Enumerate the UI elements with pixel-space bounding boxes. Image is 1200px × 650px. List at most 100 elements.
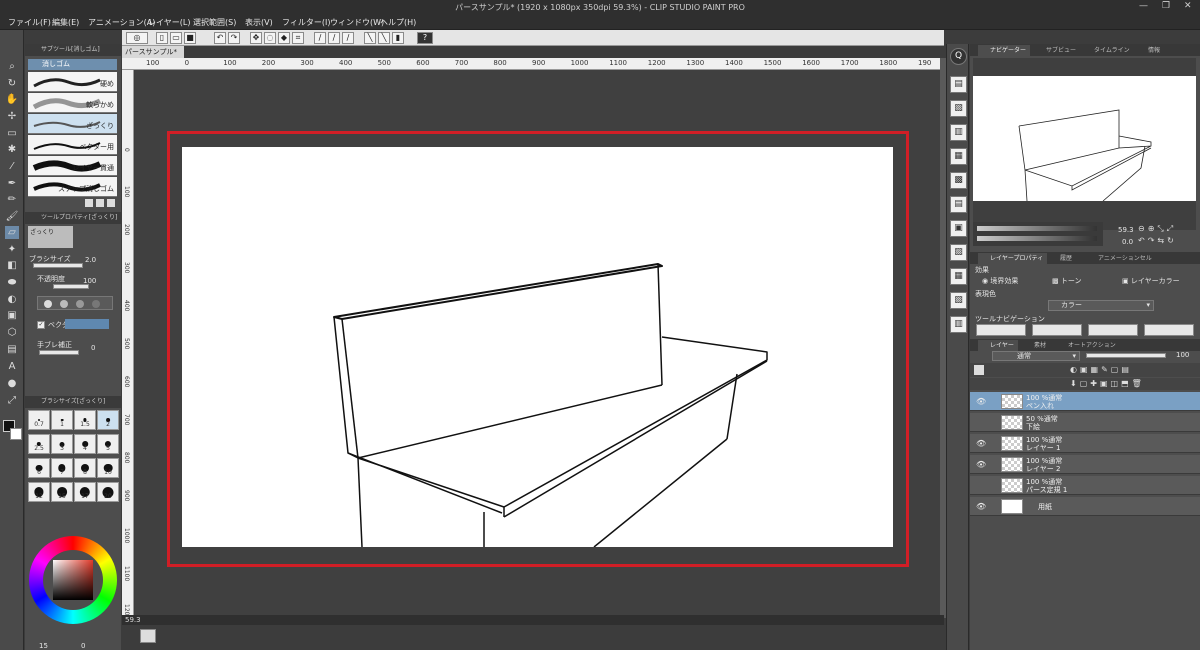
tab-info[interactable]: 情報	[1136, 45, 1164, 56]
hand-tool-icon[interactable]: ✋	[5, 93, 19, 106]
auto-select-tool-icon[interactable]: ✱	[5, 143, 19, 156]
menu-file[interactable]: ファイル(F)	[8, 17, 51, 28]
material-icon[interactable]: ▧	[950, 100, 967, 117]
color-sv-square[interactable]	[53, 560, 93, 600]
tool-nav-button[interactable]	[1032, 324, 1082, 336]
material-icon[interactable]: ▧	[950, 292, 967, 309]
layer-opacity-slider[interactable]	[1086, 353, 1166, 358]
redo-icon[interactable]: ↷	[228, 32, 240, 44]
menu-filter[interactable]: フィルター(I)	[282, 17, 330, 28]
deselect-icon[interactable]: ⌗	[292, 32, 304, 44]
layer-row[interactable]: 👁 用紙	[970, 497, 1200, 516]
tool-nav-button[interactable]	[1144, 324, 1194, 336]
close-button[interactable]: ✕	[1184, 1, 1192, 11]
ruler-tool-icon[interactable]: ▤	[5, 343, 19, 356]
eraser-tool-icon[interactable]: ▱	[5, 226, 19, 239]
material-icon[interactable]: ▥	[950, 316, 967, 333]
brush-size-cell[interactable]: 10	[97, 458, 119, 478]
material-icon[interactable]: ▦	[950, 268, 967, 285]
tab-auto-action[interactable]: オートアクション	[1056, 340, 1120, 351]
clear-icon[interactable]: ◌	[264, 32, 276, 44]
clip-studio-icon[interactable]: ◎	[126, 32, 148, 44]
tab-history[interactable]: 履歴	[1048, 253, 1076, 264]
effect-border[interactable]: ◉ 境界効果	[982, 276, 1018, 286]
layer-row[interactable]: 50 %通常 下絵	[970, 413, 1200, 432]
layer-tool-icons[interactable]: ◐▣▦✎▢▤	[1070, 365, 1190, 375]
tool-nav-button[interactable]	[1088, 324, 1138, 336]
brush-item-vector[interactable]: ベクター用	[28, 135, 117, 155]
airbrush-tool-icon[interactable]: ◧	[5, 259, 19, 272]
vector-erase-mode[interactable]	[65, 319, 109, 329]
brush-item-through-layer[interactable]: レイヤー貫通	[28, 156, 117, 176]
material-icon[interactable]: ▦	[950, 148, 967, 165]
color-wheel[interactable]	[29, 536, 117, 624]
tool-nav-button[interactable]	[976, 324, 1026, 336]
brush-size-cell[interactable]: 20	[97, 482, 119, 502]
menu-help[interactable]: ヘルプ(H)	[380, 17, 416, 28]
menu-edit[interactable]: 編集(E)	[52, 17, 79, 28]
help-icon[interactable]: ?	[417, 32, 433, 44]
menu-animation[interactable]: アニメーション(A)	[88, 17, 155, 28]
stabilization-value[interactable]: 0	[91, 344, 95, 352]
pen-tool-icon[interactable]: ✒	[5, 177, 19, 190]
pencil-tool-icon[interactable]: ✏	[5, 193, 19, 206]
brush-item-rough[interactable]: ざっくり	[28, 114, 117, 134]
delete-subtool-icon[interactable]	[107, 199, 115, 207]
layer-row[interactable]: 100 %通常 パース定規 1	[970, 476, 1200, 495]
brush-size-cell[interactable]: 4	[74, 434, 96, 454]
correct-line-tool-icon[interactable]: ⤢	[5, 394, 19, 407]
gradient-tool-icon[interactable]: ◐	[5, 293, 19, 306]
transform-icon[interactable]: ✥	[250, 32, 262, 44]
tab-timeline[interactable]: タイムライン	[1082, 45, 1134, 56]
undo-icon[interactable]: ↶	[214, 32, 226, 44]
document-tab[interactable]: パースサンプル*	[122, 46, 184, 58]
toolprop-preset[interactable]: ざっくり	[28, 226, 73, 248]
brush-size-cell[interactable]: 5	[97, 434, 119, 454]
snap-grid-icon[interactable]: ▮	[392, 32, 404, 44]
menu-window[interactable]: ウィンドウ(W)	[330, 17, 384, 28]
navigator-zoom-value[interactable]: 59.3	[1118, 226, 1134, 234]
material-icon[interactable]: ▣	[950, 220, 967, 237]
brush-size-cell[interactable]: 2	[97, 410, 119, 430]
menu-layer[interactable]: レイヤー(L)	[148, 17, 190, 28]
blend-tool-icon[interactable]: ✦	[5, 243, 19, 256]
stabilization-slider[interactable]	[39, 350, 79, 355]
fill-icon[interactable]: ◆	[278, 32, 290, 44]
navigator-angle-value[interactable]: 0.0	[1122, 238, 1133, 246]
timeline-icon[interactable]	[140, 629, 156, 643]
effect-layer-color[interactable]: ▣ レイヤーカラー	[1122, 276, 1180, 286]
tab-layer[interactable]: レイヤー	[978, 340, 1018, 351]
invert-icon[interactable]: ∕	[328, 32, 340, 44]
brush-item-soft[interactable]: 軟らかめ	[28, 93, 117, 113]
brush-size-cell[interactable]: 1	[51, 410, 73, 430]
layer-row[interactable]: 👁 100 %通常 レイヤー 2	[970, 455, 1200, 474]
tab-navigator[interactable]: ナビゲーター	[978, 45, 1031, 56]
brush-item-snap-eraser[interactable]: スナップ消しゴム	[28, 177, 117, 197]
brush-size-cell[interactable]: 8	[74, 458, 96, 478]
tab-material[interactable]: 素材	[1022, 340, 1050, 351]
open-file-icon[interactable]: ▭	[170, 32, 182, 44]
brush-size-cell[interactable]: 1.5	[74, 410, 96, 430]
brush-size-cell[interactable]: 7	[51, 458, 73, 478]
tab-layer-property[interactable]: レイヤープロパティ	[978, 253, 1048, 264]
copy-subtool-icon[interactable]	[85, 199, 93, 207]
material-icon[interactable]: ▤	[950, 76, 967, 93]
material-icon[interactable]: ▨	[950, 244, 967, 261]
brush-tool-icon[interactable]: 🖌	[5, 210, 19, 223]
material-icon[interactable]: ▩	[950, 172, 967, 189]
menu-view[interactable]: 表示(V)	[245, 17, 273, 28]
brush-size-cell[interactable]: 17	[74, 482, 96, 502]
brush-tip-selector[interactable]	[37, 296, 113, 310]
menu-selection[interactable]: 選択範囲(S)	[193, 17, 236, 28]
brush-size-cell[interactable]: 12	[28, 482, 50, 502]
effect-tone[interactable]: ▩ トーン	[1052, 276, 1082, 286]
sub-color-swatch[interactable]	[10, 428, 22, 440]
layer-action-icons[interactable]: ⬇▢✚▣◫⬒🗑	[1070, 379, 1190, 389]
eyedropper-tool-icon[interactable]: ⁄	[5, 160, 19, 173]
selection-tool-icon[interactable]: ▭	[5, 127, 19, 140]
brush-size-cell[interactable]: 6	[28, 458, 50, 478]
scale-icon[interactable]: ∕	[342, 32, 354, 44]
tab-animation-cel[interactable]: アニメーションセル	[1086, 253, 1156, 264]
maximize-button[interactable]: ❐	[1162, 1, 1170, 11]
brush-size-slider[interactable]	[33, 263, 83, 268]
